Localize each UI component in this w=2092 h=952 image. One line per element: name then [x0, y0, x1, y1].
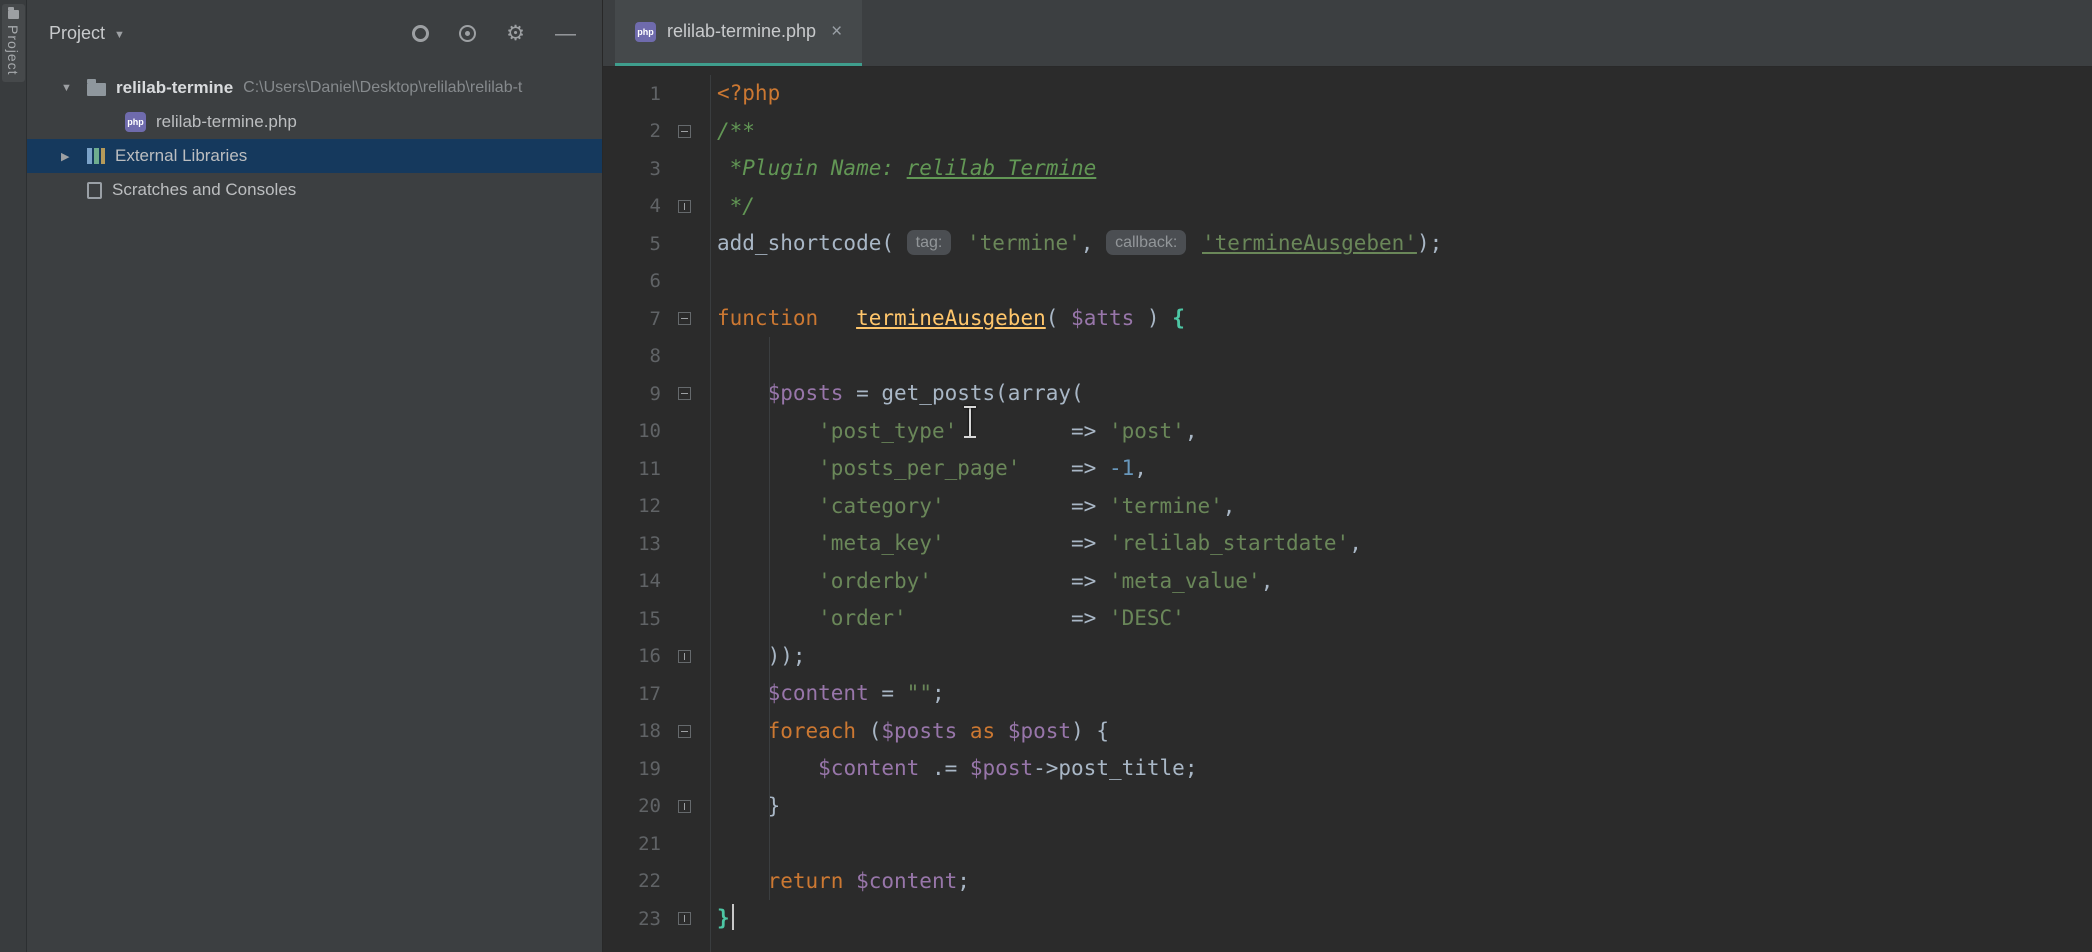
- project-folder-icon: [8, 10, 19, 19]
- tree-item-path: C:\Users\Daniel\Desktop\relilab\relilab-…: [243, 79, 522, 97]
- project-tree: ▼ relilab-termine C:\Users\Daniel\Desktop\…: [27, 67, 602, 207]
- code-line-18[interactable]: foreach ($posts as $post) {: [711, 713, 2092, 751]
- code-lines[interactable]: <?php/** *Plugin Name: relilab Termine *…: [711, 75, 2092, 952]
- parameter-hint: tag:: [907, 230, 952, 255]
- hide-panel-icon[interactable]: —: [555, 23, 576, 44]
- php-file-icon: php: [635, 22, 656, 42]
- code-line-23[interactable]: }: [711, 900, 2092, 938]
- code-line-9[interactable]: $posts = get_posts(array(: [711, 375, 2092, 413]
- tree-item-external-libraries[interactable]: ▶ External Libraries: [27, 139, 602, 173]
- code-line-15[interactable]: 'order' => 'DESC': [711, 600, 2092, 638]
- settings-gear-icon[interactable]: ⚙: [506, 23, 525, 44]
- line-number[interactable]: 10: [603, 420, 661, 442]
- project-panel: Project ▼ ⚙— ▼relilab-termineC:\Users\Da…: [27, 0, 603, 952]
- editor: php relilab-termine.php × 12345678910111…: [603, 0, 2092, 952]
- code-line-12[interactable]: 'category' => 'termine',: [711, 488, 2092, 526]
- panel-toolbar: ⚙—: [412, 23, 576, 44]
- line-number[interactable]: 2: [603, 120, 661, 142]
- code-line-11[interactable]: 'posts_per_page' => -1,: [711, 450, 2092, 488]
- locate-file-icon[interactable]: [412, 25, 429, 42]
- tree-item-scratches-and-consoles[interactable]: Scratches and Consoles: [27, 173, 602, 207]
- code-line-22[interactable]: return $content;: [711, 863, 2092, 901]
- line-number[interactable]: 19: [603, 758, 661, 780]
- project-stripe-button[interactable]: Project: [2, 4, 25, 82]
- editor-tab-bar: php relilab-termine.php ×: [603, 0, 2092, 67]
- code-line-8[interactable]: [711, 338, 2092, 376]
- folder-icon: [87, 83, 106, 96]
- parameter-hint: callback:: [1106, 230, 1186, 255]
- target-icon[interactable]: [459, 25, 476, 42]
- line-number[interactable]: 22: [603, 870, 661, 892]
- code-line-10[interactable]: 'post_type' => 'post',: [711, 413, 2092, 451]
- fold-open-icon[interactable]: [678, 725, 691, 738]
- code-line-1[interactable]: <?php: [711, 75, 2092, 113]
- line-number[interactable]: 1: [603, 83, 661, 105]
- fold-open-icon[interactable]: [678, 125, 691, 138]
- code-line-20[interactable]: }: [711, 788, 2092, 826]
- line-number[interactable]: 16: [603, 645, 661, 667]
- tree-item-label: Scratches and Consoles: [112, 180, 296, 200]
- code-line-21[interactable]: [711, 825, 2092, 863]
- gutter: 1234567891011121314151617181920212223: [603, 75, 711, 952]
- line-number[interactable]: 6: [603, 270, 661, 292]
- code-line-6[interactable]: [711, 263, 2092, 301]
- line-number[interactable]: 18: [603, 720, 661, 742]
- line-number[interactable]: 3: [603, 158, 661, 180]
- line-number[interactable]: 9: [603, 383, 661, 405]
- tool-window-stripe: Project: [0, 0, 27, 952]
- chevron-right-icon[interactable]: ▶: [61, 150, 87, 163]
- code-line-7[interactable]: function termineAusgeben( $atts ) {: [711, 300, 2092, 338]
- panel-title[interactable]: Project: [49, 23, 105, 44]
- line-number[interactable]: 23: [603, 908, 661, 930]
- tree-item-relilab-termine-php[interactable]: php relilab-termine.php: [27, 105, 602, 139]
- line-number[interactable]: 12: [603, 495, 661, 517]
- fold-end-icon[interactable]: [678, 912, 691, 925]
- code-line-3[interactable]: *Plugin Name: relilab Termine: [711, 150, 2092, 188]
- line-number[interactable]: 17: [603, 683, 661, 705]
- fold-end-icon[interactable]: [678, 800, 691, 813]
- code-line-16[interactable]: ));: [711, 638, 2092, 676]
- close-icon[interactable]: ×: [831, 21, 842, 43]
- line-number[interactable]: 7: [603, 308, 661, 330]
- tab-label: relilab-termine.php: [667, 21, 816, 42]
- line-number[interactable]: 8: [603, 345, 661, 367]
- line-number[interactable]: 14: [603, 570, 661, 592]
- line-number[interactable]: 15: [603, 608, 661, 630]
- fold-end-icon[interactable]: [678, 650, 691, 663]
- line-number[interactable]: 13: [603, 533, 661, 555]
- line-number[interactable]: 11: [603, 458, 661, 480]
- code-line-14[interactable]: 'orderby' => 'meta_value',: [711, 563, 2092, 601]
- ide-window: Project Project ▼ ⚙— ▼relilab-termineC:\…: [0, 0, 2092, 952]
- tab-relilab-termine-php[interactable]: php relilab-termine.php ×: [615, 0, 862, 66]
- fold-end-icon[interactable]: [678, 200, 691, 213]
- code-line-5[interactable]: add_shortcode( tag: 'termine', callback:…: [711, 225, 2092, 263]
- code-line-19[interactable]: $content .= $post->post_title;: [711, 750, 2092, 788]
- php-icon: php: [125, 112, 146, 132]
- chevron-down-icon[interactable]: ▼: [114, 27, 125, 41]
- scratch-icon: [87, 182, 102, 199]
- stripe-label: Project: [5, 25, 21, 76]
- line-number[interactable]: 5: [603, 233, 661, 255]
- line-number[interactable]: 20: [603, 795, 661, 817]
- library-icon: [87, 148, 105, 164]
- tree-item-label: relilab-termine.php: [156, 112, 297, 132]
- line-number[interactable]: 4: [603, 195, 661, 217]
- fold-open-icon[interactable]: [678, 312, 691, 325]
- code-line-17[interactable]: $content = "";: [711, 675, 2092, 713]
- code-line-2[interactable]: /**: [711, 113, 2092, 151]
- tree-item-relilab-termine-root[interactable]: ▼ relilab-termine C:\Users\Daniel\Desktop\…: [27, 71, 602, 105]
- code-line-13[interactable]: 'meta_key' => 'relilab_startdate',: [711, 525, 2092, 563]
- project-panel-header: Project ▼ ⚙—: [27, 0, 602, 67]
- code-line-4[interactable]: */: [711, 188, 2092, 226]
- line-number[interactable]: 21: [603, 833, 661, 855]
- editor-body: 1234567891011121314151617181920212223 <?…: [603, 67, 2092, 952]
- text-caret: [732, 904, 734, 930]
- tree-item-label: External Libraries: [115, 146, 247, 166]
- fold-open-icon[interactable]: [678, 387, 691, 400]
- chevron-down-icon[interactable]: ▼: [61, 82, 87, 94]
- tree-item-label: relilab-termine: [116, 78, 233, 98]
